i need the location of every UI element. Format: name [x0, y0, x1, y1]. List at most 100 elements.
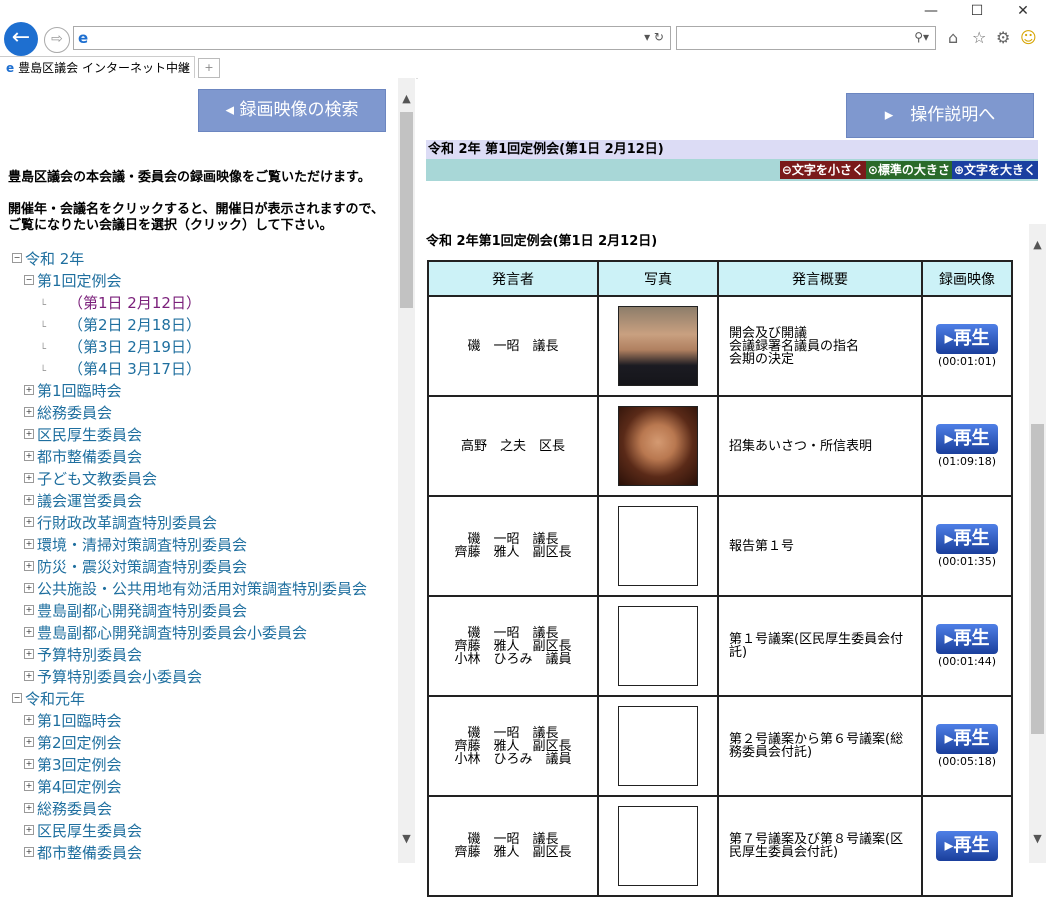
tree-expand-icon[interactable]: + — [24, 560, 34, 571]
tree-expand-icon[interactable]: + — [24, 450, 34, 461]
tree-expand-icon[interactable]: + — [24, 494, 34, 505]
tree-expand-icon[interactable]: + — [24, 516, 34, 527]
maximize-button[interactable]: ☐ — [954, 0, 1000, 22]
right-scrollbar-thumb[interactable] — [1031, 424, 1044, 734]
play-button[interactable]: ▸再生 — [936, 524, 998, 554]
tree-node-label[interactable]: 議会運営委員会 — [37, 492, 142, 510]
tree-node[interactable]: + 総務委員会 — [24, 798, 112, 820]
tree-expand-icon[interactable]: + — [24, 604, 34, 615]
tree-node[interactable]: + 豊島副都心開発調査特別委員会 — [24, 600, 247, 622]
settings-gear-icon[interactable]: ⚙ — [996, 28, 1010, 47]
tree-node-label[interactable]: 第4回定例会 — [37, 778, 122, 796]
tree-node[interactable]: + 区民厚生委員会 — [24, 424, 142, 446]
tree-node[interactable]: + 環境・清掃対策調査特別委員会 — [24, 534, 247, 556]
tree-node-label[interactable]: 予算特別委員会小委員会 — [37, 668, 202, 686]
minimize-button[interactable]: — — [908, 0, 954, 22]
new-tab-button[interactable]: + — [198, 58, 220, 78]
tree-node[interactable]: − 令和 2年 — [12, 248, 84, 270]
tree-node[interactable]: + 予算特別委員会小委員会 — [24, 666, 202, 688]
forward-button[interactable]: ⇨ — [44, 27, 70, 53]
tree-node[interactable]: + 総務委員会 — [24, 402, 112, 424]
tree-expand-icon[interactable]: + — [24, 758, 34, 769]
tree-expand-icon[interactable]: + — [24, 780, 34, 791]
scroll-up-icon[interactable]: ▲ — [398, 92, 415, 105]
tree-expand-icon[interactable]: + — [24, 714, 34, 725]
tree-node-label[interactable]: 環境・清掃対策調査特別委員会 — [37, 536, 247, 554]
search-box[interactable]: ⚲▾ — [676, 26, 936, 50]
tree-node[interactable]: + 第2回定例会 — [24, 732, 122, 754]
tree-node-label[interactable]: 令和元年 — [25, 690, 85, 708]
right-scroll-up-icon[interactable]: ▲ — [1029, 238, 1046, 251]
close-window-button[interactable]: ✕ — [1000, 0, 1046, 22]
tree-node[interactable]: + 子ども文教委員会 — [24, 468, 157, 490]
operation-guide-button[interactable]: ▸ 操作説明へ — [846, 93, 1034, 138]
tree-node-label[interactable]: （第3日 2月19日） — [68, 338, 201, 356]
address-controls-icon[interactable]: ▾ ↻ — [644, 30, 664, 44]
tree-node-label[interactable]: 総務委員会 — [37, 800, 112, 818]
play-button[interactable]: ▸再生 — [936, 624, 998, 654]
tree-node-label[interactable]: 区民厚生委員会 — [37, 426, 142, 444]
tree-node-label[interactable]: 子ども文教委員会 — [37, 470, 157, 488]
tree-node-label[interactable]: 予算特別委員会 — [37, 646, 142, 664]
feedback-smiley-icon[interactable]: ☺ — [1020, 28, 1037, 47]
tree-node-label[interactable]: 都市整備委員会 — [37, 448, 142, 466]
tree-node-label[interactable]: 総務委員会 — [37, 404, 112, 422]
tree-expand-icon[interactable]: + — [24, 670, 34, 681]
tree-node[interactable]: + 都市整備委員会 — [24, 446, 142, 468]
search-icon[interactable]: ⚲▾ — [914, 30, 929, 44]
tree-node-label[interactable]: 豊島副都心開発調査特別委員会 — [37, 602, 247, 620]
tree-node-label[interactable]: （第4日 3月17日） — [68, 360, 201, 378]
tree-node[interactable]: + 議会運営委員会 — [24, 490, 142, 512]
right-scrollbar[interactable]: ▲ ▼ — [1029, 224, 1046, 863]
tree-node-label[interactable]: 都市整備委員会 — [37, 844, 142, 862]
tree-expand-icon[interactable]: + — [24, 384, 34, 395]
font-larger-button[interactable]: ⊕文字を大きく — [951, 161, 1038, 179]
tree-node-label[interactable]: 第2回定例会 — [37, 734, 122, 752]
tree-node[interactable]: + 第1回臨時会 — [24, 380, 122, 402]
tree-expand-icon[interactable]: + — [24, 648, 34, 659]
tree-node-label[interactable]: （第2日 2月18日） — [68, 316, 201, 334]
tree-node[interactable]: + 豊島副都心開発調査特別委員会小委員会 — [24, 622, 307, 644]
tree-node[interactable]: + 公共施設・公共用地有効活用対策調査特別委員会 — [24, 578, 367, 600]
tree-expand-icon[interactable]: + — [24, 626, 34, 637]
play-button[interactable]: ▸再生 — [936, 830, 998, 861]
tree-node[interactable]: + 行財政改革調査特別委員会 — [24, 512, 217, 534]
left-scrollbar-thumb[interactable] — [400, 112, 413, 308]
tree-node[interactable]: + 予算特別委員会 — [24, 644, 142, 666]
font-normal-button[interactable]: ⊙標準の大きさ — [865, 161, 952, 179]
tree-node-label[interactable]: 第1回定例会 — [37, 272, 122, 290]
tab-close-icon[interactable]: ✕ — [180, 57, 190, 79]
tree-node[interactable]: − 令和元年 — [12, 688, 85, 710]
left-scrollbar[interactable]: ▲ ▼ — [398, 78, 415, 863]
tree-expand-icon[interactable]: + — [24, 846, 34, 857]
tree-node[interactable]: + 第3回定例会 — [24, 754, 122, 776]
address-bar[interactable]: e ▾ ↻ — [73, 26, 671, 50]
tree-node-label[interactable]: 区民厚生委員会 — [37, 822, 142, 840]
play-button[interactable]: ▸再生 — [936, 724, 998, 754]
home-icon[interactable]: ⌂ — [948, 28, 958, 47]
tree-node-label[interactable]: 豊島副都心開発調査特別委員会小委員会 — [37, 624, 307, 642]
tree-expand-icon[interactable]: + — [24, 736, 34, 747]
tree-node-label[interactable]: 行財政改革調査特別委員会 — [37, 514, 217, 532]
tree-node-label[interactable]: 公共施設・公共用地有効活用対策調査特別委員会 — [37, 580, 367, 598]
favorites-star-icon[interactable]: ☆ — [972, 28, 986, 47]
tree-node-label[interactable]: 第3回定例会 — [37, 756, 122, 774]
tree-expand-icon[interactable]: + — [24, 472, 34, 483]
tree-node[interactable]: + 都市整備委員会 — [24, 842, 142, 864]
tree-node-label[interactable]: 令和 2年 — [25, 250, 84, 268]
tree-node-label[interactable]: 第1回臨時会 — [37, 712, 122, 730]
tree-node[interactable]: + 区民厚生委員会 — [24, 820, 142, 842]
tree-collapse-icon[interactable]: − — [24, 274, 34, 285]
tree-node-label[interactable]: 防災・震災対策調査特別委員会 — [37, 558, 247, 576]
tree-node-label[interactable]: 第1回臨時会 — [37, 382, 122, 400]
tree-expand-icon[interactable]: + — [24, 406, 34, 417]
tree-node[interactable]: + 第1回臨時会 — [24, 710, 122, 732]
right-scroll-down-icon[interactable]: ▼ — [1029, 832, 1046, 845]
recorded-video-search-button[interactable]: ◂ 録画映像の検索 — [198, 89, 386, 132]
tree-collapse-icon[interactable]: − — [12, 692, 22, 703]
scroll-down-icon[interactable]: ▼ — [398, 832, 415, 845]
tree-expand-icon[interactable]: + — [24, 582, 34, 593]
font-smaller-button[interactable]: ⊖文字を小さく — [779, 161, 866, 179]
tree-node[interactable]: + 防災・震災対策調査特別委員会 — [24, 556, 247, 578]
tree-expand-icon[interactable]: + — [24, 538, 34, 549]
